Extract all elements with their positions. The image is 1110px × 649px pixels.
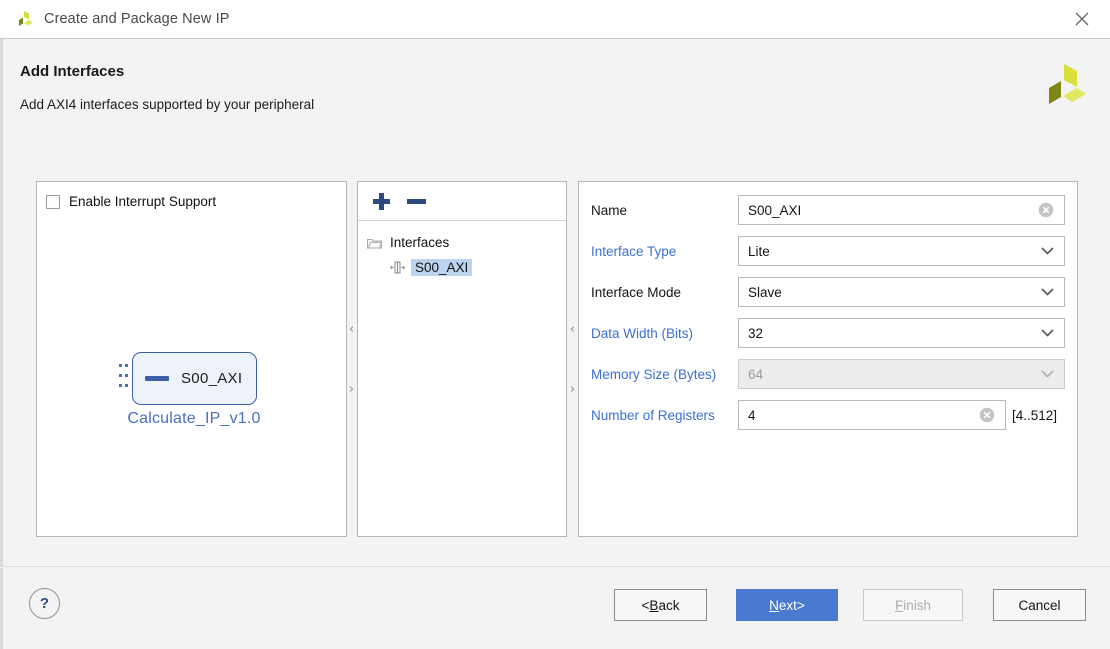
name-field[interactable]: S00_AXI — [738, 195, 1065, 225]
next-button-accel: N — [769, 597, 779, 613]
form-row-memory-size: Memory Size (Bytes) 64 — [579, 359, 1077, 389]
chevron-left-icon[interactable]: ‹ — [568, 323, 577, 336]
tree-item-interfaces[interactable]: Interfaces — [358, 230, 566, 255]
minus-icon[interactable] — [406, 191, 427, 212]
next-button[interactable]: Next > — [736, 589, 838, 621]
s00-axi-block[interactable]: S00_AXI — [132, 352, 257, 405]
form-row-number-of-registers: Number of Registers 4 [4..512] — [579, 400, 1077, 430]
data-width-select[interactable]: 32 — [738, 318, 1065, 348]
number-of-registers-range-hint: [4..512] — [1012, 407, 1058, 423]
chevron-right-icon[interactable]: › — [347, 383, 356, 396]
bus-interface-icon — [389, 260, 406, 275]
chevron-down-icon — [1036, 370, 1058, 378]
create-and-package-new-ip-dialog: Create and Package New IP Add Interfaces… — [0, 0, 1110, 649]
interface-type-select[interactable]: Lite — [738, 236, 1065, 266]
tree-item-s00-axi[interactable]: S00_AXI — [358, 255, 566, 280]
number-of-registers-value: 4 — [748, 407, 756, 423]
form-row-name: Name S00_AXI — [579, 195, 1077, 225]
window-title: Create and Package New IP — [44, 11, 230, 27]
finish-button-rest: inish — [903, 597, 931, 613]
plus-icon[interactable] — [371, 191, 392, 212]
clear-circle-icon[interactable] — [979, 407, 995, 423]
interface-mode-value: Slave — [748, 284, 782, 300]
ip-block-diagram: S00_AXI Calculate_IP_v1.0 — [37, 182, 346, 536]
form-row-data-width: Data Width (Bits) 32 — [579, 318, 1077, 348]
right-splitter[interactable]: ‹ › — [568, 181, 577, 537]
interfaces-tree: Interfaces S00_AXI — [358, 221, 566, 280]
form-row-interface-mode: Interface Mode Slave — [579, 277, 1077, 307]
page-title: Add Interfaces — [20, 63, 125, 80]
dialog-header: Add Interfaces Add AXI4 interfaces suppo… — [0, 39, 1110, 145]
back-button-accel: B — [649, 597, 659, 613]
finish-button: Finish — [863, 589, 963, 621]
dialog-body: Enable Interrupt Support S00_AXI Calcula… — [0, 145, 1110, 567]
next-button-suffix: > — [796, 597, 805, 613]
interface-mode-label: Interface Mode — [591, 284, 682, 300]
title-bar: Create and Package New IP — [0, 0, 1110, 39]
xilinx-pinwheel-icon — [1037, 61, 1087, 111]
ip-module-name: Calculate_IP_v1.0 — [127, 410, 261, 427]
xilinx-pinwheel-icon — [14, 9, 34, 29]
chevron-left-icon[interactable]: ‹ — [347, 323, 356, 336]
number-of-registers-field[interactable]: 4 — [738, 400, 1006, 430]
name-value: S00_AXI — [748, 202, 802, 218]
chevron-down-icon[interactable] — [1036, 288, 1058, 296]
dialog-footer: ? < Back Next > Finish Cancel — [0, 568, 1110, 649]
chevron-down-icon[interactable] — [1036, 329, 1058, 337]
interface-mode-select[interactable]: Slave — [738, 277, 1065, 307]
form-row-interface-type: Interface Type Lite — [579, 236, 1077, 266]
page-subtitle: Add AXI4 interfaces supported by your pe… — [20, 97, 315, 112]
chevron-down-icon[interactable] — [1036, 247, 1058, 255]
finish-button-accel: F — [894, 597, 904, 613]
tree-item-interfaces-label: Interfaces — [390, 235, 450, 250]
folder-icon — [367, 237, 383, 249]
data-width-value: 32 — [748, 325, 764, 341]
tree-item-s00-axi-label: S00_AXI — [411, 259, 473, 276]
back-button-prefix: < — [641, 597, 650, 613]
interface-type-label: Interface Type — [591, 243, 677, 259]
left-splitter[interactable]: ‹ › — [347, 181, 356, 537]
back-button-rest: ack — [658, 597, 680, 613]
number-of-registers-label: Number of Registers — [591, 407, 715, 423]
interface-type-value: Lite — [748, 243, 770, 259]
close-icon[interactable] — [1062, 6, 1102, 32]
clear-circle-icon[interactable] — [1038, 202, 1054, 218]
cancel-button[interactable]: Cancel — [993, 589, 1086, 621]
name-label: Name — [591, 202, 628, 218]
data-width-label: Data Width (Bits) — [591, 325, 694, 341]
memory-size-label: Memory Size (Bytes) — [591, 366, 717, 382]
back-button[interactable]: < Back — [614, 589, 707, 621]
chevron-right-icon[interactable]: › — [568, 383, 577, 396]
memory-size-value: 64 — [748, 366, 764, 382]
help-button[interactable]: ? — [29, 588, 60, 619]
interrupt-and-diagram-panel: Enable Interrupt Support S00_AXI Calcula… — [36, 181, 347, 537]
interfaces-tree-panel: Interfaces S00_AXI — [357, 181, 567, 537]
next-button-rest: ext — [778, 597, 797, 613]
s00-axi-block-label: S00_AXI — [181, 370, 243, 387]
interface-properties-panel: Name S00_AXI Interface Type Lite Interfa… — [578, 181, 1078, 537]
memory-size-select: 64 — [738, 359, 1065, 389]
bus-stub-icon — [145, 376, 169, 381]
port-connector-icon — [119, 364, 128, 393]
interfaces-toolbar — [358, 182, 566, 221]
